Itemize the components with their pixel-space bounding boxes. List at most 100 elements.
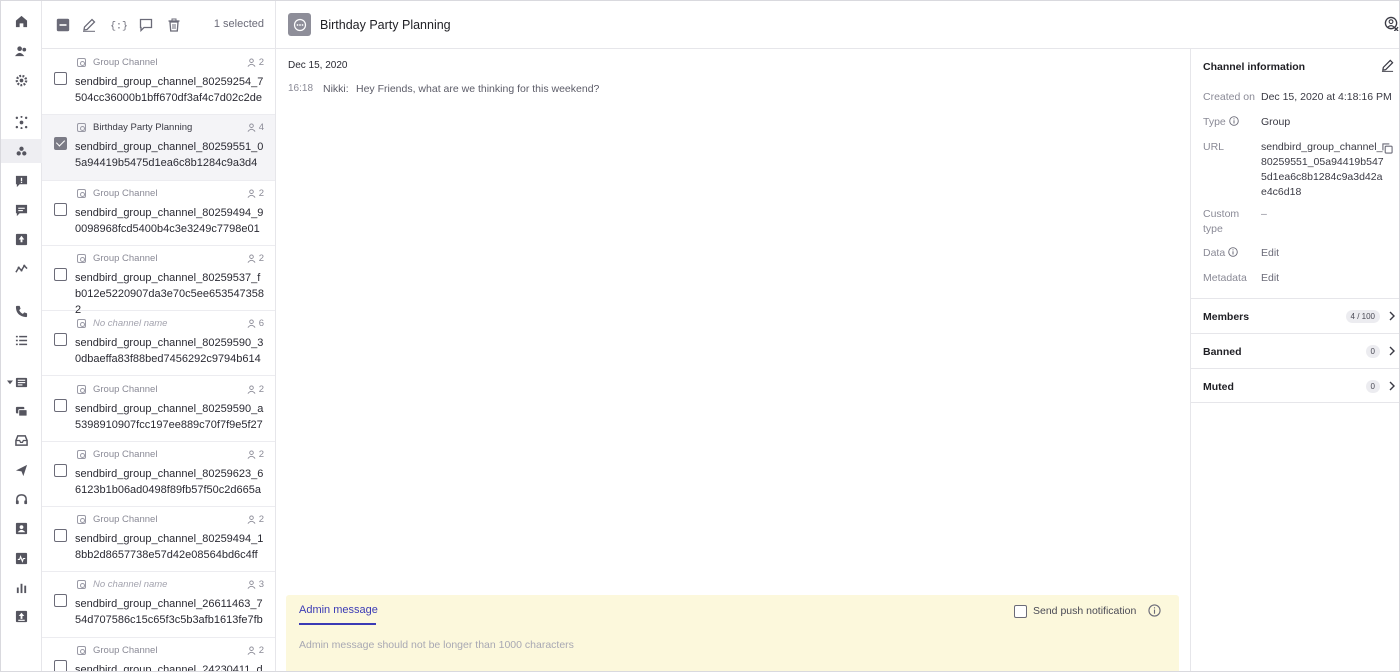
channel-url: sendbird_group_channel_80259254_7504cc36… bbox=[75, 76, 264, 104]
url-label: URL bbox=[1203, 141, 1225, 153]
messages-icon[interactable] bbox=[14, 203, 28, 217]
chevron-right-icon[interactable] bbox=[1388, 381, 1396, 391]
channel-select-checkbox[interactable] bbox=[54, 267, 67, 281]
edit-pencil-icon[interactable] bbox=[81, 17, 97, 33]
delete-trash-icon[interactable] bbox=[166, 17, 182, 33]
chevron-right-icon[interactable] bbox=[1388, 311, 1396, 321]
member-icon bbox=[247, 254, 256, 263]
channel-list-item[interactable]: Group Channel 2 sendbird_group_channel_802… bbox=[42, 50, 275, 116]
channel-member-count: 2 bbox=[247, 449, 264, 460]
settings-gear-icon[interactable] bbox=[14, 73, 28, 87]
home-icon[interactable] bbox=[14, 14, 28, 28]
info-icon[interactable] bbox=[1148, 604, 1161, 617]
member-count-value: 2 bbox=[258, 514, 264, 526]
member-count-value: 2 bbox=[258, 448, 264, 460]
channel-url: sendbird_group_channel_24230411_d bbox=[75, 663, 263, 672]
channel-list-item[interactable]: Group Channel 2 sendbird_group_channel_242… bbox=[42, 638, 275, 672]
info-icon[interactable] bbox=[1228, 247, 1238, 257]
channel-select-checkbox[interactable] bbox=[54, 594, 67, 608]
users-icon[interactable] bbox=[14, 44, 28, 58]
channel-select-checkbox[interactable] bbox=[54, 398, 67, 412]
type-label-text: Type bbox=[1203, 116, 1226, 128]
headset-icon[interactable] bbox=[14, 492, 28, 506]
message-text[interactable]: Hey Friends, what are we thinking for th… bbox=[356, 83, 599, 95]
member-icon bbox=[247, 319, 256, 329]
data-edit-link[interactable]: Edit bbox=[1261, 246, 1279, 261]
copy-icon[interactable] bbox=[1382, 143, 1393, 154]
announcements-icon[interactable] bbox=[14, 232, 28, 246]
admin-message-tab[interactable]: Admin message bbox=[299, 604, 378, 616]
reported-messages-icon[interactable] bbox=[14, 174, 28, 188]
channel-list-item[interactable]: No channel name 3 sendbird_group_channel_2… bbox=[42, 572, 275, 638]
desk-icon[interactable] bbox=[14, 375, 28, 389]
inbox-icon[interactable] bbox=[14, 433, 28, 447]
channel-list-item[interactable]: Group Channel 2 sendbird_group_channel_802… bbox=[42, 507, 275, 573]
channel-list-item[interactable]: No channel name 6 sendbird_group_channel_8… bbox=[42, 311, 275, 377]
message-sender[interactable]: Nikki: bbox=[323, 83, 349, 95]
admin-message-input[interactable]: Admin message should not be longer than … bbox=[299, 639, 574, 651]
channel-name: Group Channel bbox=[93, 383, 158, 395]
channel-select-checkbox[interactable] bbox=[54, 529, 67, 543]
group-channels-icon[interactable] bbox=[14, 144, 28, 158]
info-section-banned[interactable]: Banned 0 bbox=[1191, 333, 1399, 368]
message-bubble-icon[interactable] bbox=[138, 17, 154, 33]
channel-select-checkbox[interactable] bbox=[54, 202, 67, 216]
select-all-checkbox-icon[interactable] bbox=[55, 17, 71, 33]
group-channel-icon bbox=[77, 449, 86, 459]
section-count-badge: 0 bbox=[1365, 345, 1380, 358]
section-label: Banned bbox=[1203, 346, 1242, 358]
monitor-icon[interactable] bbox=[14, 551, 28, 565]
send-icon[interactable] bbox=[14, 463, 28, 477]
nav-rail bbox=[1, 1, 42, 671]
info-section-muted[interactable]: Muted 0 bbox=[1191, 368, 1399, 403]
channel-list-item[interactable]: Group Channel 2 sendbird_group_channel_802… bbox=[42, 181, 275, 246]
channel-select-checkbox[interactable] bbox=[54, 333, 67, 347]
metadata-edit-link[interactable]: Edit bbox=[1261, 271, 1279, 286]
channel-list-panel: {:} 1 selected Group Channel 2 sendbird_gr… bbox=[42, 1, 276, 672]
send-push-label[interactable]: Send push notification bbox=[1033, 605, 1136, 617]
expand-caret-icon[interactable] bbox=[6, 375, 14, 389]
phone-icon[interactable] bbox=[14, 304, 28, 318]
json-braces-icon[interactable]: {:} bbox=[109, 17, 129, 33]
info-section-members[interactable]: Members 4 / 100 bbox=[1191, 298, 1399, 333]
channel-name: No channel name bbox=[93, 318, 168, 330]
channel-list-item[interactable]: Group Channel 2 sendbird_group_channel_802… bbox=[42, 246, 275, 316]
member-count-value: 2 bbox=[258, 252, 264, 264]
channel-select-checkbox[interactable] bbox=[54, 463, 67, 477]
channel-list-item[interactable]: Birthday Party Planning 4 sendbird_group_c… bbox=[42, 115, 275, 181]
member-icon bbox=[247, 515, 256, 524]
send-push-checkbox[interactable] bbox=[1014, 605, 1027, 618]
channel-url: sendbird_group_channel_80259623_66123b1b… bbox=[75, 467, 264, 496]
channel-name: No channel name bbox=[93, 579, 168, 591]
section-label: Members bbox=[1203, 311, 1250, 323]
list-icon[interactable] bbox=[14, 333, 28, 347]
type-label: Type bbox=[1203, 115, 1239, 130]
user-close-icon[interactable] bbox=[1384, 16, 1399, 32]
channel-url: sendbird_group_channel_80259590_a5398910… bbox=[75, 402, 264, 431]
channel-select-checkbox[interactable] bbox=[54, 137, 67, 151]
member-count-value: 4 bbox=[258, 122, 264, 134]
export-icon[interactable] bbox=[14, 609, 28, 623]
data-label-text: Data bbox=[1203, 247, 1226, 259]
channel-name: Group Channel bbox=[93, 187, 158, 199]
info-icon[interactable] bbox=[1229, 116, 1239, 126]
bar-chart-icon[interactable] bbox=[14, 580, 28, 594]
channel-member-count: 2 bbox=[247, 253, 264, 264]
chat-main: Birthday Party Planning Dec 15, 2020 16:… bbox=[276, 1, 1399, 671]
channel-list-item[interactable]: Group Channel 2 sendbird_group_channel_802… bbox=[42, 442, 275, 508]
agent-icon[interactable] bbox=[14, 521, 28, 535]
channel-name: Group Channel bbox=[93, 448, 158, 460]
admin-tab-indicator bbox=[299, 623, 376, 625]
tickets-icon[interactable] bbox=[14, 404, 28, 418]
edit-pencil-icon[interactable] bbox=[1381, 59, 1395, 73]
chat-hub-icon[interactable] bbox=[14, 115, 28, 129]
chevron-right-icon[interactable] bbox=[1388, 346, 1396, 356]
channel-member-count: 3 bbox=[247, 579, 264, 590]
created-on-label: Created on bbox=[1203, 91, 1255, 103]
channel-select-checkbox[interactable] bbox=[54, 659, 67, 671]
channel-list-item[interactable]: Group Channel 2 sendbird_group_channel_802… bbox=[42, 377, 275, 442]
channel-select-checkbox[interactable] bbox=[54, 72, 67, 85]
analytics-line-icon[interactable] bbox=[14, 262, 28, 276]
channel-title: Birthday Party Planning bbox=[320, 18, 451, 32]
channel-info-panel: Channel information Created on Dec 15, 2… bbox=[1190, 49, 1399, 671]
